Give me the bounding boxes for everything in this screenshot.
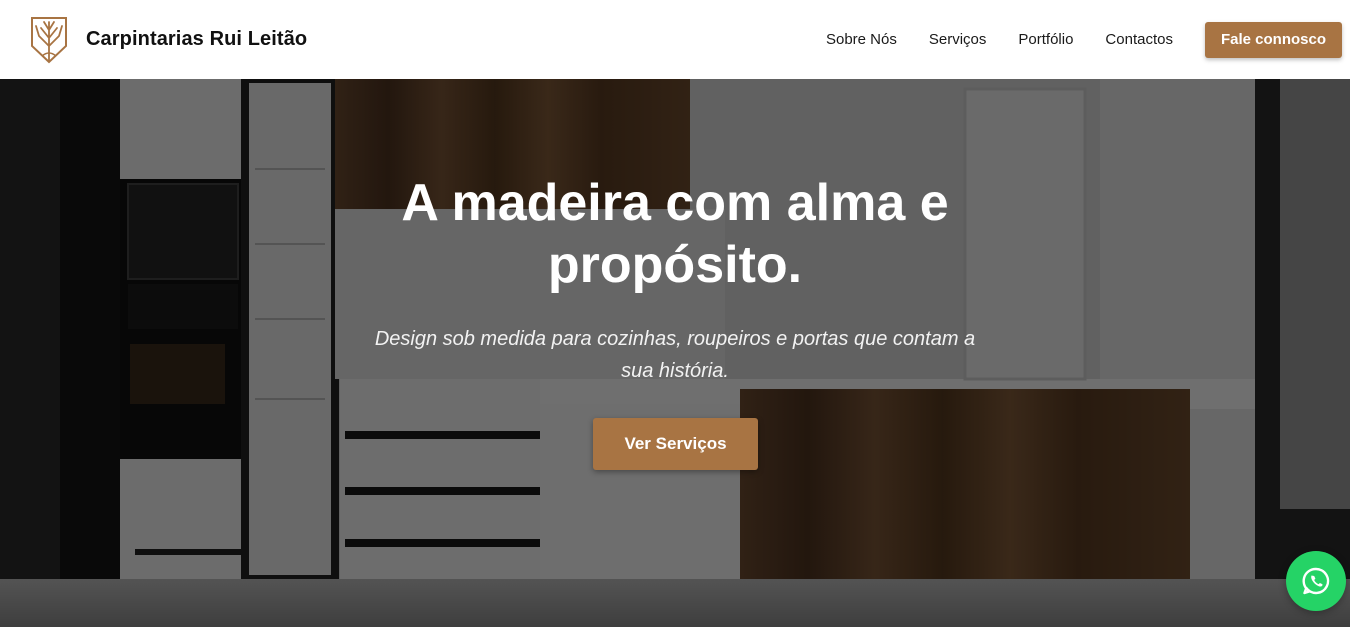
hero-title: A madeira com alma e propósito. [401,174,949,294]
main-nav: Sobre Nós Serviços Portfólio Contactos F… [826,21,1342,58]
hero-subtitle: Design sob medida para cozinhas, roupeir… [374,328,976,382]
tree-logo-icon[interactable] [30,16,68,64]
whatsapp-icon [1302,567,1330,595]
contact-us-button[interactable]: Fale connosco [1204,21,1342,58]
whatsapp-chat-button[interactable] [1286,551,1346,611]
nav-link-sobre-nos[interactable]: Sobre Nós [826,31,897,48]
site-header: Carpintarias Rui Leitão Sobre Nós Serviç… [0,0,1350,79]
nav-link-servicos[interactable]: Serviços [929,31,987,48]
hero-content: A madeira com alma e propósito. Design s… [0,79,1350,627]
view-services-button[interactable]: Ver Serviços [593,418,758,470]
nav-link-contactos[interactable]: Contactos [1105,31,1173,48]
brand-name[interactable]: Carpintarias Rui Leitão [86,28,307,51]
hero-section: A madeira com alma e propósito. Design s… [0,79,1350,627]
nav-link-portfolio[interactable]: Portfólio [1018,31,1073,48]
